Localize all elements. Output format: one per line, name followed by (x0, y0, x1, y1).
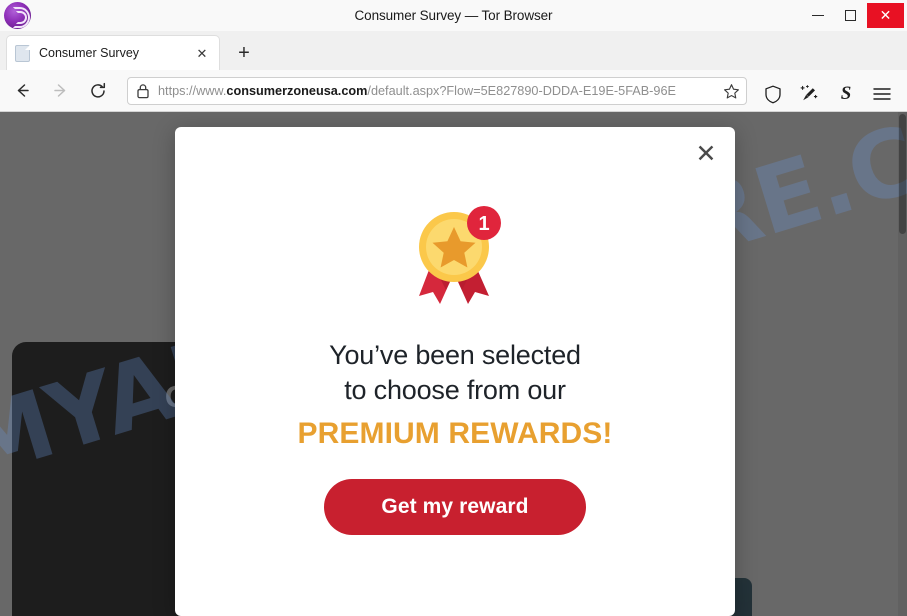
arrow-left-icon (17, 84, 29, 97)
premium-rewards-modal: ✕ 1 You’ve been selected to choose from … (175, 127, 735, 616)
award-medal-icon: 1 (419, 206, 501, 304)
new-tab-button[interactable]: + (232, 41, 256, 65)
close-tab-icon[interactable]: ✕ (193, 44, 211, 62)
address-bar[interactable]: https://www.consumerzoneusa.com/default.… (127, 77, 747, 105)
close-modal-button[interactable]: ✕ (691, 139, 721, 169)
reload-button[interactable] (82, 75, 114, 107)
get-my-reward-button[interactable]: Get my reward (324, 479, 586, 535)
back-button[interactable] (6, 75, 38, 107)
maximize-button[interactable] (834, 0, 867, 31)
window-title: Consumer Survey — Tor Browser (354, 8, 553, 23)
svg-text:1: 1 (478, 213, 489, 235)
title-bar: Consumer Survey — Tor Browser ✕ (0, 0, 907, 31)
hamburger-menu-icon[interactable] (871, 83, 893, 105)
shield-icon[interactable] (762, 83, 784, 105)
window-controls: ✕ (801, 0, 907, 31)
reload-icon (91, 82, 106, 98)
tab-strip: Consumer Survey ✕ + (0, 31, 907, 70)
url-text: https://www.consumerzoneusa.com/default.… (158, 84, 676, 98)
page-icon (15, 44, 30, 62)
arrow-right-icon (53, 84, 65, 97)
modal-headline-line2: to choose from our (344, 375, 566, 405)
tab-consumer-survey[interactable]: Consumer Survey ✕ (6, 35, 220, 70)
noscript-icon[interactable]: S (835, 83, 857, 105)
close-window-button[interactable]: ✕ (867, 3, 904, 28)
modal-headline-line1: You’ve been selected (329, 340, 581, 370)
forward-button[interactable] (44, 75, 76, 107)
page-scrollbar-track[interactable] (898, 112, 907, 616)
navigation-toolbar: https://www.consumerzoneusa.com/default.… (0, 70, 907, 112)
minimize-button[interactable] (801, 0, 834, 31)
page-viewport: Get $750At $750 will baccount t $ almart… (0, 112, 907, 616)
modal-highlight-text: PREMIUM REWARDS! (297, 417, 613, 450)
star-icon[interactable] (723, 83, 740, 100)
page-scrollbar-thumb[interactable] (899, 114, 906, 234)
broom-sparkle-icon[interactable] (798, 83, 820, 105)
browser-window: Consumer Survey — Tor Browser ✕ Consumer… (0, 0, 907, 616)
padlock-icon (137, 84, 149, 99)
tab-label: Consumer Survey (39, 46, 140, 60)
